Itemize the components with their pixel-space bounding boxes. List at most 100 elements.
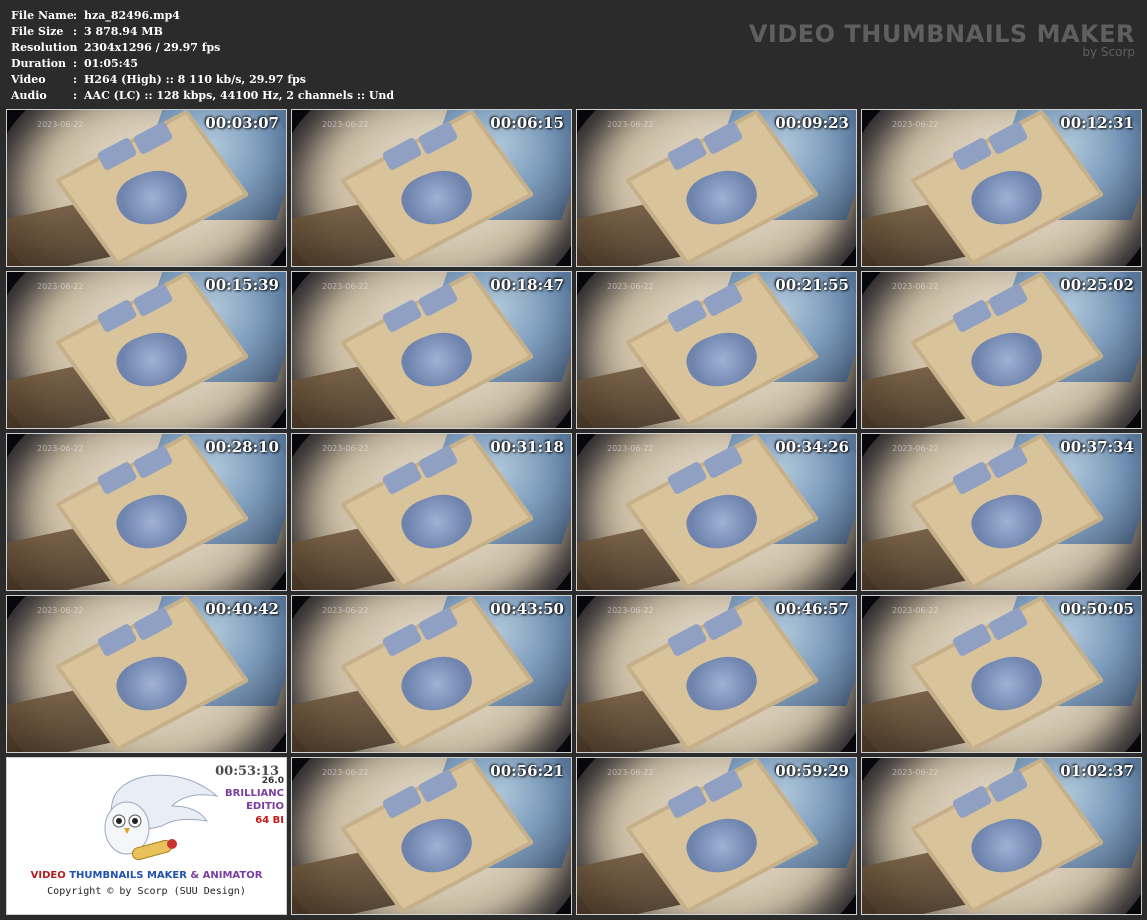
video-frame-image: 2023-06-22 (862, 596, 1141, 752)
thumbnail-frame[interactable]: 2023-06-22 00:40:42 (6, 595, 287, 753)
edition-version: 26.0 (261, 776, 284, 786)
frame-date-stamp: 2023-06-22 (322, 282, 369, 291)
frame-date-stamp: 2023-06-22 (37, 444, 84, 453)
thumbnail-timestamp: 00:43:50 (490, 600, 564, 618)
frame-date-stamp: 2023-06-22 (892, 444, 939, 453)
info-row-video: Video : H264 (High) :: 8 110 kb/s, 29.97… (11, 72, 394, 88)
info-separator: : (73, 73, 78, 86)
info-row-file-size: File Size : 3 878.94 MB (11, 24, 394, 40)
thumbnail-timestamp: 00:21:55 (775, 276, 849, 294)
info-key: Audio (11, 89, 47, 102)
info-value: hza_82496.mp4 (84, 9, 180, 22)
frame-date-stamp: 2023-06-22 (892, 282, 939, 291)
thumbnail-frame[interactable]: 2023-06-22 00:28:10 (6, 433, 287, 591)
frame-date-stamp: 2023-06-22 (892, 120, 939, 129)
video-frame-image: 2023-06-22 (577, 758, 856, 914)
thumbnail-frame[interactable]: 2023-06-22 00:09:23 (576, 109, 857, 267)
thumbnail-frame[interactable]: 2023-06-22 00:21:55 (576, 271, 857, 429)
video-frame-image: 2023-06-22 (577, 596, 856, 752)
frame-date-stamp: 2023-06-22 (322, 768, 369, 777)
video-frame-image: 2023-06-22 (292, 110, 571, 266)
info-row-audio: Audio : AAC (LC) :: 128 kbps, 44100 Hz, … (11, 88, 394, 104)
file-info-panel: File Name : hza_82496.mp4 File Size : 3 … (11, 8, 394, 104)
thumbnail-frame[interactable]: 2023-06-22 00:18:47 (291, 271, 572, 429)
video-frame-image: 2023-06-22 (862, 758, 1141, 914)
thumbnail-timestamp: 00:25:02 (1060, 276, 1134, 294)
info-value: AAC (LC) :: 128 kbps, 44100 Hz, 2 channe… (84, 89, 395, 102)
thumbnail-frame[interactable]: 2023-06-22 00:15:39 (6, 271, 287, 429)
info-row-resolution: Resolution : 2304x1296 / 29.97 fps (11, 40, 394, 56)
video-frame-image: 2023-06-22 (862, 272, 1141, 428)
copyright-text: Copyright © by Scorp (SUU Design) (47, 886, 246, 897)
frame-date-stamp: 2023-06-22 (322, 120, 369, 129)
video-frame-image: 2023-06-22 (7, 434, 286, 590)
thumbnail-logo-tile[interactable]: 00:53:13 26.0 BRILLIANC EDITIO 64 BI VID… (6, 757, 287, 915)
video-frame-image: 2023-06-22 (577, 434, 856, 590)
thumbnail-frame[interactable]: 2023-06-22 00:37:34 (861, 433, 1142, 591)
thumbnail-frame[interactable]: 2023-06-22 00:46:57 (576, 595, 857, 753)
info-value: 2304x1296 / 29.97 fps (84, 41, 221, 54)
info-separator: : (73, 9, 78, 22)
thumbnail-frame[interactable]: 2023-06-22 00:43:50 (291, 595, 572, 753)
thumbnail-frame[interactable]: 2023-06-22 00:31:18 (291, 433, 572, 591)
video-frame-image: 2023-06-22 (577, 272, 856, 428)
info-row-file-name: File Name : hza_82496.mp4 (11, 8, 394, 24)
info-separator: : (73, 57, 78, 70)
frame-date-stamp: 2023-06-22 (37, 606, 84, 615)
frame-date-stamp: 2023-06-22 (607, 282, 654, 291)
info-value: 3 878.94 MB (84, 25, 163, 38)
thumbnail-frame[interactable]: 2023-06-22 00:06:15 (291, 109, 572, 267)
software-name: VIDEO THUMBNAILS MAKER & ANIMATOR (7, 870, 286, 881)
thumbnail-timestamp: 00:34:26 (775, 438, 849, 456)
frame-date-stamp: 2023-06-22 (607, 768, 654, 777)
info-separator: : (73, 41, 78, 54)
info-separator: : (73, 89, 78, 102)
software-name-part: THUMBNAILS MAKER (69, 870, 187, 881)
thumbnail-timestamp: 00:40:42 (205, 600, 279, 618)
thumbnail-timestamp: 00:28:10 (205, 438, 279, 456)
video-frame-image: 2023-06-22 (7, 272, 286, 428)
thumbnail-timestamp: 01:02:37 (1060, 762, 1134, 780)
thumbnail-frame[interactable]: 2023-06-22 01:02:37 (861, 757, 1142, 915)
thumbnail-frame[interactable]: 2023-06-22 00:50:05 (861, 595, 1142, 753)
video-frame-image: 2023-06-22 (292, 596, 571, 752)
video-frame-image: 2023-06-22 (577, 110, 856, 266)
info-value: 01:05:45 (84, 57, 139, 70)
info-value: H264 (High) :: 8 110 kb/s, 29.97 fps (84, 73, 306, 86)
frame-date-stamp: 2023-06-22 (607, 120, 654, 129)
frame-date-stamp: 2023-06-22 (892, 768, 939, 777)
thumbnail-frame[interactable]: 2023-06-22 00:56:21 (291, 757, 572, 915)
frame-date-stamp: 2023-06-22 (607, 606, 654, 615)
thumbnail-timestamp: 00:46:57 (775, 600, 849, 618)
software-name-part: VIDEO (30, 870, 66, 881)
info-key: File Size (11, 25, 64, 38)
info-key: File Name (11, 9, 74, 22)
thumbnail-timestamp: 00:06:15 (490, 114, 564, 132)
video-frame-image: 2023-06-22 (862, 434, 1141, 590)
edition-line: BRILLIANC (225, 788, 284, 799)
video-frame-image: 2023-06-22 (7, 596, 286, 752)
thumbnail-frame[interactable]: 2023-06-22 00:34:26 (576, 433, 857, 591)
thumbnail-frame[interactable]: 2023-06-22 00:59:29 (576, 757, 857, 915)
thumbnail-timestamp: 00:15:39 (205, 276, 279, 294)
thumbnail-frame[interactable]: 2023-06-22 00:12:31 (861, 109, 1142, 267)
info-key: Resolution (11, 41, 78, 54)
video-frame-image: 2023-06-22 (292, 758, 571, 914)
thumbnail-timestamp: 00:12:31 (1060, 114, 1134, 132)
thumbnail-timestamp: 00:31:18 (490, 438, 564, 456)
thumbnail-timestamp: 00:03:07 (205, 114, 279, 132)
edition-bits: 64 BI (255, 815, 284, 826)
thumbnail-timestamp: 00:09:23 (775, 114, 849, 132)
software-name-part: & ANIMATOR (190, 870, 263, 881)
edition-line: EDITIO (246, 801, 284, 812)
info-separator: : (73, 25, 78, 38)
thumbnail-timestamp: 00:56:21 (490, 762, 564, 780)
owl-logo-icon (104, 774, 219, 861)
thumbnail-frame[interactable]: 2023-06-22 00:03:07 (6, 109, 287, 267)
thumbnail-grid: 2023-06-22 00:03:07 2023-06-22 00:06:15 (6, 109, 1142, 915)
frame-date-stamp: 2023-06-22 (892, 606, 939, 615)
thumbnail-timestamp: 00:50:05 (1060, 600, 1134, 618)
thumbnail-frame[interactable]: 2023-06-22 00:25:02 (861, 271, 1142, 429)
video-frame-image: 2023-06-22 (292, 434, 571, 590)
frame-date-stamp: 2023-06-22 (37, 120, 84, 129)
